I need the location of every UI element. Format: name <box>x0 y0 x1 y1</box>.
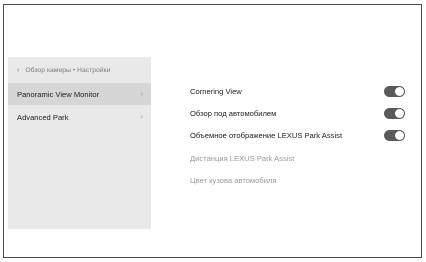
display-screen: ‹ Обзор камеры • Настройки Panoramic Vie… <box>3 4 422 258</box>
setting-row-underfloor-view[interactable]: Обзор под автомобилем <box>190 105 414 121</box>
setting-label: Обзор под автомобилем <box>190 108 277 118</box>
setting-row-park-assist-distance: Дистанция LEXUS Park Assist <box>190 150 414 166</box>
setting-label: Объемное отображение LEXUS Park Assist <box>190 130 343 140</box>
chevron-right-icon: › <box>140 90 143 98</box>
setting-row-park-assist-3d[interactable]: Объемное отображение LEXUS Park Assist <box>190 127 414 143</box>
toggle-knob <box>395 130 404 140</box>
sidebar: ‹ Обзор камеры • Настройки Panoramic Vie… <box>8 57 151 229</box>
setting-label: Cornering View <box>190 86 242 96</box>
breadcrumb[interactable]: ‹ Обзор камеры • Настройки <box>8 57 151 83</box>
cornering-view-toggle[interactable] <box>384 85 405 97</box>
toggle-knob <box>395 86 404 96</box>
setting-label: Дистанция LEXUS Park Assist <box>190 153 295 163</box>
chevron-left-icon: ‹ <box>17 66 20 74</box>
sidebar-item-label: Panoramic View Monitor <box>17 89 100 99</box>
setting-row-cornering-view[interactable]: Cornering View <box>190 83 414 99</box>
sidebar-item-label: Advanced Park <box>17 112 69 122</box>
sidebar-item-advanced-park[interactable]: Advanced Park › <box>8 106 151 128</box>
breadcrumb-label: Обзор камеры • Настройки <box>25 66 111 74</box>
park-assist-3d-toggle[interactable] <box>384 129 405 141</box>
sidebar-item-panoramic-view-monitor[interactable]: Panoramic View Monitor › <box>8 83 151 105</box>
underfloor-view-toggle[interactable] <box>384 107 405 119</box>
chevron-right-icon: › <box>140 113 143 121</box>
toggle-knob <box>395 108 404 118</box>
setting-row-body-color: Цвет кузова автомобиля <box>190 172 414 188</box>
setting-label: Цвет кузова автомобиля <box>190 175 277 185</box>
